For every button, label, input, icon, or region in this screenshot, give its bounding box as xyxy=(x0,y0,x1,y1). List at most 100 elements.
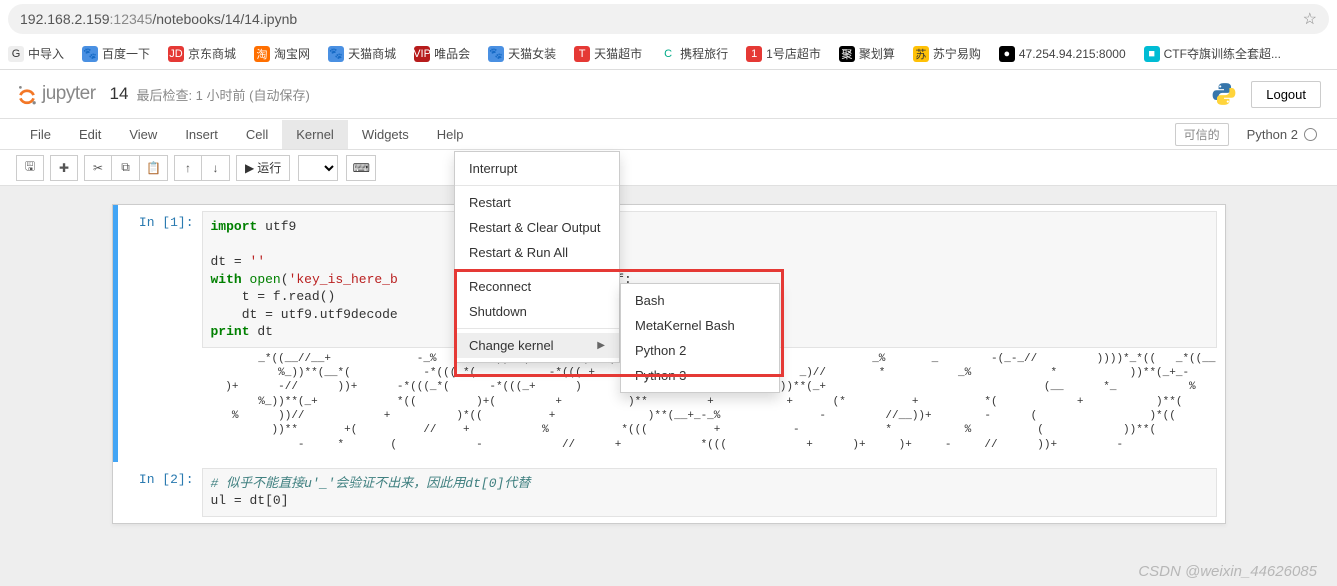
bookmark-favicon: 1 xyxy=(746,46,762,62)
bookmark-label: 京东商城 xyxy=(188,45,236,62)
kernel-option-metakernel-bash[interactable]: MetaKernel Bash xyxy=(621,313,779,338)
bookmark-favicon: ■ xyxy=(1144,46,1160,62)
bookmark-item[interactable]: C携程旅行 xyxy=(660,45,728,62)
menu-file[interactable]: File xyxy=(16,120,65,149)
menu-cell[interactable]: Cell xyxy=(232,120,282,149)
bookmark-favicon: T xyxy=(574,46,590,62)
watermark: CSDN @weixin_44626085 xyxy=(1138,563,1317,580)
bookmark-favicon: 淘 xyxy=(254,46,270,62)
trusted-badge[interactable]: 可信的 xyxy=(1175,123,1229,146)
bookmark-label: 百度一下 xyxy=(102,45,150,62)
chevron-right-icon: ▶ xyxy=(597,340,605,351)
bookmark-item[interactable]: VIP唯品会 xyxy=(414,45,470,62)
bookmark-favicon: 聚 xyxy=(839,46,855,62)
bookmark-item[interactable]: 淘淘宝网 xyxy=(254,45,310,62)
run-button[interactable]: ▶ 运行 xyxy=(236,155,290,181)
kernel-status-icon xyxy=(1304,128,1317,141)
bookmark-item[interactable]: G中导入 xyxy=(8,45,64,62)
bookmark-item[interactable]: 🐾百度一下 xyxy=(82,45,150,62)
insert-cell-button[interactable]: ✚ xyxy=(50,155,78,181)
checkpoint-status: 最后检查: 1 小时前 (自动保存) xyxy=(136,85,309,104)
kernel-menu-restart[interactable]: Restart xyxy=(455,190,619,215)
move-up-button[interactable]: ↑ xyxy=(174,155,202,181)
bookmark-label: 天猫超市 xyxy=(594,45,642,62)
notebook-title[interactable]: 14 xyxy=(110,84,129,104)
bookmark-item[interactable]: 苏苏宁易购 xyxy=(913,45,981,62)
bookmark-label: 苏宁易购 xyxy=(933,45,981,62)
bookmark-favicon: 🐾 xyxy=(328,46,344,62)
kernel-menu-change-kernel[interactable]: Change kernel▶ xyxy=(455,333,619,358)
kernel-menu-shutdown[interactable]: Shutdown xyxy=(455,299,619,324)
bookmark-favicon: 🐾 xyxy=(82,46,98,62)
cell-type-select[interactable] xyxy=(298,155,338,181)
bookmark-item[interactable]: 11号店超市 xyxy=(746,45,821,62)
menu-help[interactable]: Help xyxy=(423,120,478,149)
kernel-menu-reconnect[interactable]: Reconnect xyxy=(455,274,619,299)
kernel-menu-interrupt[interactable]: Interrupt xyxy=(455,156,619,181)
move-down-button[interactable]: ↓ xyxy=(202,155,230,181)
bookmark-label: 携程旅行 xyxy=(680,45,728,62)
toolbar: 🖫 ✚ ✂ ⧉ 📋 ↑ ↓ ▶ 运行 ⌨ xyxy=(0,150,1337,186)
menubar: FileEditViewInsertCellKernelWidgetsHelp … xyxy=(0,118,1337,150)
bookmark-label: 中导入 xyxy=(28,45,64,62)
run-label: 运行 xyxy=(257,159,281,176)
bookmark-item[interactable]: 聚聚划算 xyxy=(839,45,895,62)
bookmark-favicon: VIP xyxy=(414,46,430,62)
cell-input[interactable]: # 似乎不能直接u'_'会验证不出来，因此用dt[0]代替 ul = dt[0] xyxy=(202,468,1217,517)
kernel-menu-restart-clear-output[interactable]: Restart & Clear Output xyxy=(455,215,619,240)
menu-insert[interactable]: Insert xyxy=(171,120,232,149)
bookmark-label: 天猫女装 xyxy=(508,45,556,62)
url-text: 192.168.2.159:12345/notebooks/14/14.ipyn… xyxy=(20,11,1303,27)
bookmark-item[interactable]: T天猫超市 xyxy=(574,45,642,62)
bookmark-item[interactable]: 🐾天猫商城 xyxy=(328,45,396,62)
bookmark-star-icon[interactable]: ☆ xyxy=(1303,9,1317,29)
notebook-header: jupyter 14 最后检查: 1 小时前 (自动保存) Logout xyxy=(0,70,1337,118)
bookmark-favicon: C xyxy=(660,46,676,62)
bookmark-favicon: G xyxy=(8,46,24,62)
bookmark-favicon: JD xyxy=(168,46,184,62)
change-kernel-submenu: BashMetaKernel BashPython 2Python 3 xyxy=(620,283,780,393)
python-icon xyxy=(1211,81,1237,107)
bookmarks-bar: G中导入🐾百度一下JD京东商城淘淘宝网🐾天猫商城VIP唯品会🐾天猫女装T天猫超市… xyxy=(0,38,1337,70)
menu-view[interactable]: View xyxy=(115,120,171,149)
jupyter-logo[interactable]: jupyter xyxy=(16,83,96,105)
kernel-option-python-2[interactable]: Python 2 xyxy=(621,338,779,363)
bookmark-label: CTF夺旗训练全套超... xyxy=(1164,45,1281,62)
bookmark-label: 1号店超市 xyxy=(766,45,821,62)
bookmark-favicon: ● xyxy=(999,46,1015,62)
save-button[interactable]: 🖫 xyxy=(16,155,44,181)
jupyter-logo-icon xyxy=(16,83,38,105)
kernel-indicator[interactable]: Python 2 xyxy=(1243,127,1321,142)
command-palette-button[interactable]: ⌨ xyxy=(346,155,376,181)
bookmark-item[interactable]: ■CTF夺旗训练全套超... xyxy=(1144,45,1281,62)
kernel-menu-dropdown: InterruptRestartRestart & Clear OutputRe… xyxy=(454,151,620,363)
menu-kernel[interactable]: Kernel xyxy=(282,120,348,149)
paste-button[interactable]: 📋 xyxy=(140,155,168,181)
bookmark-item[interactable]: 🐾天猫女装 xyxy=(488,45,556,62)
kernel-name: Python 2 xyxy=(1247,127,1298,142)
bookmark-label: 唯品会 xyxy=(434,45,470,62)
bookmark-favicon: 苏 xyxy=(913,46,929,62)
menu-widgets[interactable]: Widgets xyxy=(348,120,423,149)
cell-prompt: In [1]: xyxy=(132,211,202,348)
bookmark-label: 47.254.94.215:8000 xyxy=(1019,47,1126,61)
cut-button[interactable]: ✂ xyxy=(84,155,112,181)
output-prompt xyxy=(132,348,202,456)
logout-button[interactable]: Logout xyxy=(1251,81,1321,108)
bookmark-label: 聚划算 xyxy=(859,45,895,62)
kernel-option-python-3[interactable]: Python 3 xyxy=(621,363,779,388)
menu-edit[interactable]: Edit xyxy=(65,120,115,149)
browser-address-bar[interactable]: 192.168.2.159:12345/notebooks/14/14.ipyn… xyxy=(8,4,1329,34)
notebook-cell[interactable]: In [2]:# 似乎不能直接u'_'会验证不出来，因此用dt[0]代替 ul … xyxy=(113,462,1225,523)
cell-prompt: In [2]: xyxy=(132,468,202,517)
kernel-option-bash[interactable]: Bash xyxy=(621,288,779,313)
bookmark-favicon: 🐾 xyxy=(488,46,504,62)
jupyter-logo-text: jupyter xyxy=(42,83,96,105)
bookmark-item[interactable]: JD京东商城 xyxy=(168,45,236,62)
bookmark-label: 淘宝网 xyxy=(274,45,310,62)
run-icon: ▶ xyxy=(245,161,254,175)
bookmark-label: 天猫商城 xyxy=(348,45,396,62)
kernel-menu-restart-run-all[interactable]: Restart & Run All xyxy=(455,240,619,265)
copy-button[interactable]: ⧉ xyxy=(112,155,140,181)
bookmark-item[interactable]: ● 47.254.94.215:8000 xyxy=(999,46,1126,62)
